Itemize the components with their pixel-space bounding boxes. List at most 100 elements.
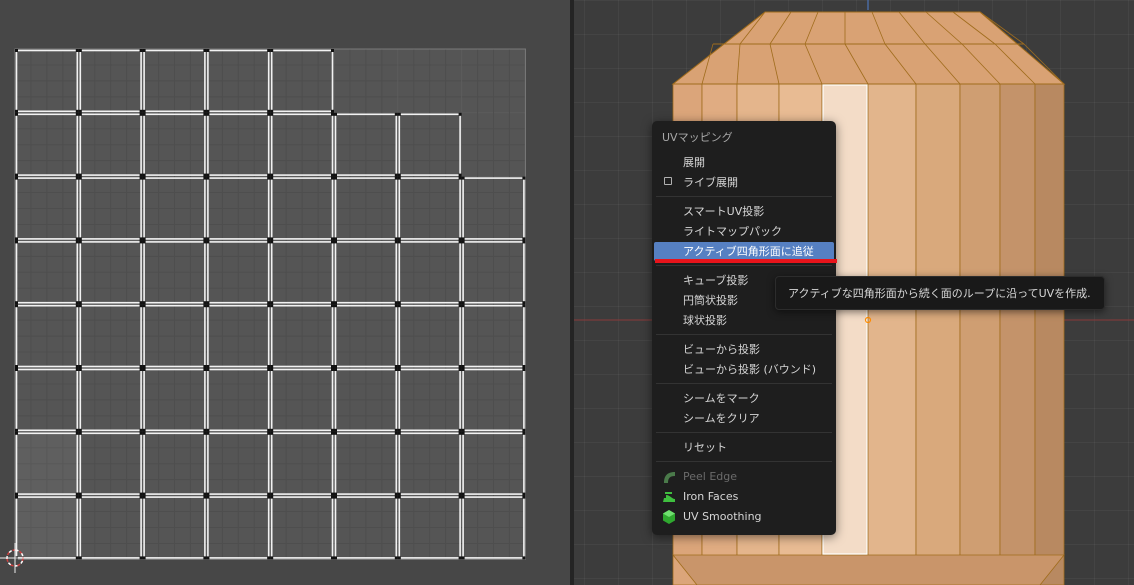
uv-vertex bbox=[334, 301, 337, 305]
uv-vertex bbox=[15, 368, 18, 371]
uv-vertex bbox=[394, 495, 398, 499]
menu-separator bbox=[656, 461, 832, 462]
iron-faces-icon bbox=[661, 489, 677, 505]
menu-live-unwrap[interactable]: ライブ展開 bbox=[654, 173, 834, 192]
uv-mapping-menu: UVマッピング 展開 ライブ展開 スマートUV投影 ライトマップパック アクティブ四角形… bbox=[652, 121, 836, 535]
uv-vertex bbox=[139, 368, 143, 371]
uv-vertex bbox=[267, 365, 271, 368]
uv-vertex bbox=[394, 301, 398, 305]
menu-project-from-view-bounds[interactable]: ビューから投影 (バウンド) bbox=[654, 360, 834, 379]
uv-vertex bbox=[461, 492, 465, 496]
uv-vertex bbox=[270, 368, 274, 371]
uv-vertex bbox=[331, 428, 334, 432]
uv-vertex bbox=[142, 301, 146, 305]
menu-mark-seam[interactable]: シームをマーク bbox=[654, 389, 834, 408]
uv-vertex bbox=[267, 49, 271, 52]
menu-smart-uv-project[interactable]: スマートUV投影 bbox=[654, 202, 834, 221]
uv-vertex bbox=[206, 49, 210, 52]
uv-vertex bbox=[270, 495, 274, 499]
menu-item-label: シームをクリア bbox=[683, 412, 760, 425]
uv-vertex bbox=[334, 428, 337, 432]
uv-grid[interactable] bbox=[0, 0, 570, 585]
uv-vertex bbox=[522, 556, 526, 560]
uv-vertex bbox=[334, 556, 337, 560]
uv-vertex bbox=[331, 492, 334, 496]
uv-vertex bbox=[203, 365, 207, 368]
menu-item-label: シームをマーク bbox=[683, 392, 760, 405]
uv-vertex bbox=[78, 556, 82, 560]
uv-vertex bbox=[75, 237, 79, 241]
tooltip: アクティブな四角形面から続く面のループに沿ってUVを作成. bbox=[775, 276, 1105, 310]
uv-vertex bbox=[331, 431, 334, 435]
uv-vertex bbox=[78, 492, 82, 496]
uv-vertex bbox=[270, 109, 274, 113]
uv-vertex bbox=[206, 368, 210, 371]
uv-vertex bbox=[142, 368, 146, 371]
uv-vertex bbox=[522, 368, 526, 371]
uv-vertex bbox=[75, 304, 79, 308]
uv-vertex bbox=[270, 428, 274, 432]
uv-vertex bbox=[75, 492, 79, 496]
menu-item-label: ビューから投影 bbox=[683, 343, 760, 356]
uv-vertex bbox=[206, 237, 210, 241]
uv-vertex bbox=[522, 176, 526, 180]
menu-sphere-projection[interactable]: 球状投影 bbox=[654, 311, 834, 330]
uv-vertex bbox=[78, 237, 82, 241]
uv-vertex bbox=[331, 237, 334, 241]
uv-vertex bbox=[75, 431, 79, 435]
menu-item-label: ライトマップパック bbox=[683, 225, 782, 238]
uv-vertex bbox=[15, 176, 18, 180]
uv-vertex bbox=[15, 112, 18, 116]
uv-vertex bbox=[267, 492, 271, 496]
uv-vertex bbox=[458, 556, 462, 560]
uv-vertex bbox=[270, 237, 274, 241]
uv-vertex bbox=[267, 109, 271, 113]
uv-vertex bbox=[15, 495, 18, 499]
uv-vertex bbox=[142, 428, 146, 432]
uv-vertex bbox=[397, 556, 401, 560]
menu-item-label: キューブ投影 bbox=[683, 274, 749, 287]
menu-project-from-view[interactable]: ビューから投影 bbox=[654, 340, 834, 359]
uv-vertex bbox=[139, 109, 143, 113]
menu-clear-seam[interactable]: シームをクリア bbox=[654, 409, 834, 428]
uv-vertex bbox=[142, 431, 146, 435]
uv-vertex bbox=[397, 492, 401, 496]
uv-vertex bbox=[78, 173, 82, 177]
uv-vertex bbox=[206, 109, 210, 113]
uv-vertex bbox=[522, 237, 526, 241]
menu-separator bbox=[656, 196, 832, 197]
uv-vertex bbox=[397, 240, 401, 244]
uv-vertex bbox=[78, 304, 82, 308]
uv-editor-panel[interactable] bbox=[0, 0, 570, 585]
uv-vertex bbox=[203, 495, 207, 499]
uv-vertex bbox=[206, 495, 210, 499]
menu-peel-edge[interactable]: Peel Edge bbox=[654, 467, 834, 486]
menu-item-label: 球状投影 bbox=[683, 314, 727, 327]
uv-vertex bbox=[394, 237, 398, 241]
uv-vertex bbox=[458, 492, 462, 496]
uv-vertex bbox=[461, 304, 465, 308]
live-unwrap-checkbox[interactable] bbox=[664, 177, 672, 185]
uv-vertex bbox=[142, 365, 146, 368]
uv-vertex bbox=[461, 556, 465, 560]
uv-vertex bbox=[139, 49, 143, 52]
menu-iron-faces[interactable]: Iron Faces bbox=[654, 487, 834, 506]
uv-vertex bbox=[75, 112, 79, 116]
menu-separator bbox=[656, 265, 832, 266]
menu-unwrap[interactable]: 展開 bbox=[654, 153, 834, 172]
menu-reset[interactable]: リセット bbox=[654, 438, 834, 457]
menu-lightmap-pack[interactable]: ライトマップパック bbox=[654, 222, 834, 241]
uv-vertex bbox=[139, 365, 143, 368]
uv-vertex bbox=[334, 431, 337, 435]
uv-vertex bbox=[75, 495, 79, 499]
uv-vertex bbox=[270, 556, 274, 560]
uv-vertex bbox=[334, 112, 337, 116]
uv-vertex bbox=[458, 112, 462, 116]
peel-edge-icon bbox=[661, 469, 677, 485]
menu-uv-smoothing[interactable]: UV Smoothing bbox=[654, 507, 834, 526]
uv-vertex bbox=[270, 301, 274, 305]
uv-vertex bbox=[267, 368, 271, 371]
uv-vertex bbox=[397, 176, 401, 180]
mesh-face bbox=[959, 83, 1001, 585]
uv-vertex bbox=[267, 431, 271, 435]
